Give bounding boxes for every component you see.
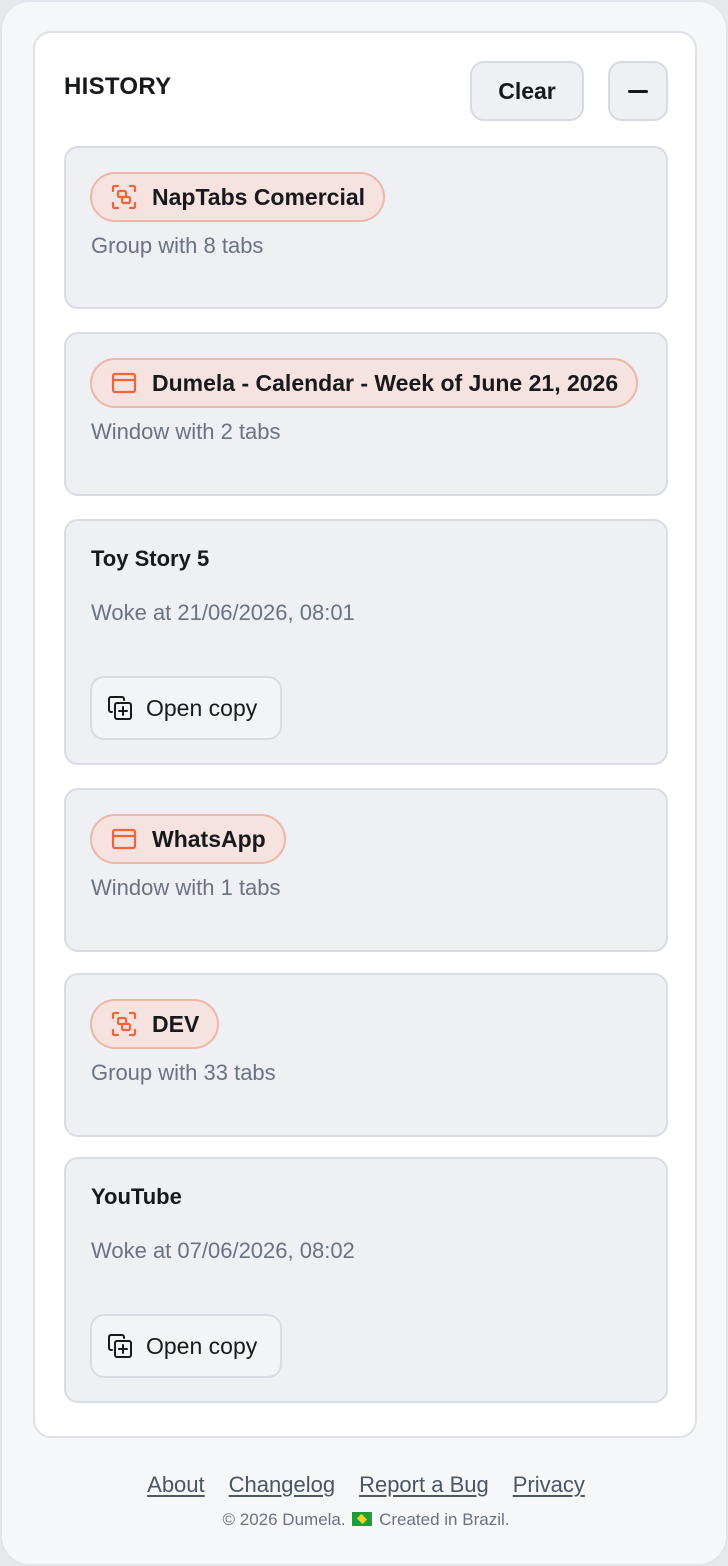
privacy-link[interactable]: Privacy <box>513 1472 585 1498</box>
history-card-tab: YouTube Woke at 07/06/2026, 08:02 Open c… <box>64 1157 668 1403</box>
group-title: DEV <box>152 1010 200 1037</box>
window-pill[interactable]: WhatsApp <box>90 814 286 864</box>
copyright-prefix: © 2026 Dumela. <box>222 1510 346 1529</box>
group-title: NapTabs Comercial <box>152 183 366 210</box>
history-card-group: DEV Group with 33 tabs <box>64 973 668 1137</box>
popup-frame: HISTORY Clear NapTabs Comercial Group wi… <box>0 0 728 1566</box>
footer-links: About Changelog Report a Bug Privacy <box>2 1472 728 1498</box>
open-copy-button[interactable]: Open copy <box>90 676 282 740</box>
tab-woke-time: Woke at 07/06/2026, 08:02 <box>91 1238 355 1263</box>
history-card-group: NapTabs Comercial Group with 8 tabs <box>64 146 668 309</box>
group-icon <box>110 1010 138 1038</box>
group-pill[interactable]: DEV <box>90 999 220 1049</box>
tab-title: Toy Story 5 <box>91 546 210 571</box>
minimize-button[interactable] <box>608 61 668 121</box>
report-bug-link[interactable]: Report a Bug <box>359 1472 489 1498</box>
window-subtitle: Window with 2 tabs <box>91 419 281 444</box>
copyright-suffix: Created in Brazil. <box>379 1510 510 1529</box>
group-pill[interactable]: NapTabs Comercial <box>90 172 386 222</box>
copy-plus-icon <box>106 694 134 722</box>
history-panel: HISTORY Clear NapTabs Comercial Group wi… <box>33 31 697 1438</box>
group-subtitle: Group with 33 tabs <box>91 1060 276 1085</box>
group-icon <box>110 183 138 211</box>
window-icon <box>110 825 138 853</box>
panel-title: HISTORY <box>64 73 172 100</box>
window-title: WhatsApp <box>152 825 266 852</box>
minus-icon <box>628 89 648 93</box>
brazil-flag-icon <box>352 1512 373 1526</box>
history-card-window: WhatsApp Window with 1 tabs <box>64 788 668 952</box>
changelog-link[interactable]: Changelog <box>229 1472 335 1498</box>
window-title: Dumela - Calendar - Week of June 21, 202… <box>152 369 619 396</box>
history-card-tab: Toy Story 5 Woke at 21/06/2026, 08:01 Op… <box>64 519 668 765</box>
open-copy-label: Open copy <box>146 1332 258 1359</box>
tab-title: YouTube <box>91 1184 182 1209</box>
copy-plus-icon <box>106 1332 134 1360</box>
window-subtitle: Window with 1 tabs <box>91 875 281 900</box>
clear-button[interactable]: Clear <box>470 61 584 121</box>
tab-woke-time: Woke at 21/06/2026, 08:01 <box>91 600 355 625</box>
group-subtitle: Group with 8 tabs <box>91 233 264 258</box>
window-pill[interactable]: Dumela - Calendar - Week of June 21, 202… <box>90 358 639 408</box>
history-card-window: Dumela - Calendar - Week of June 21, 202… <box>64 332 668 496</box>
open-copy-label: Open copy <box>146 694 258 721</box>
copyright: © 2026 Dumela. Created in Brazil. <box>2 1510 728 1530</box>
open-copy-button[interactable]: Open copy <box>90 1314 282 1378</box>
about-link[interactable]: About <box>147 1472 205 1498</box>
window-icon <box>110 369 138 397</box>
